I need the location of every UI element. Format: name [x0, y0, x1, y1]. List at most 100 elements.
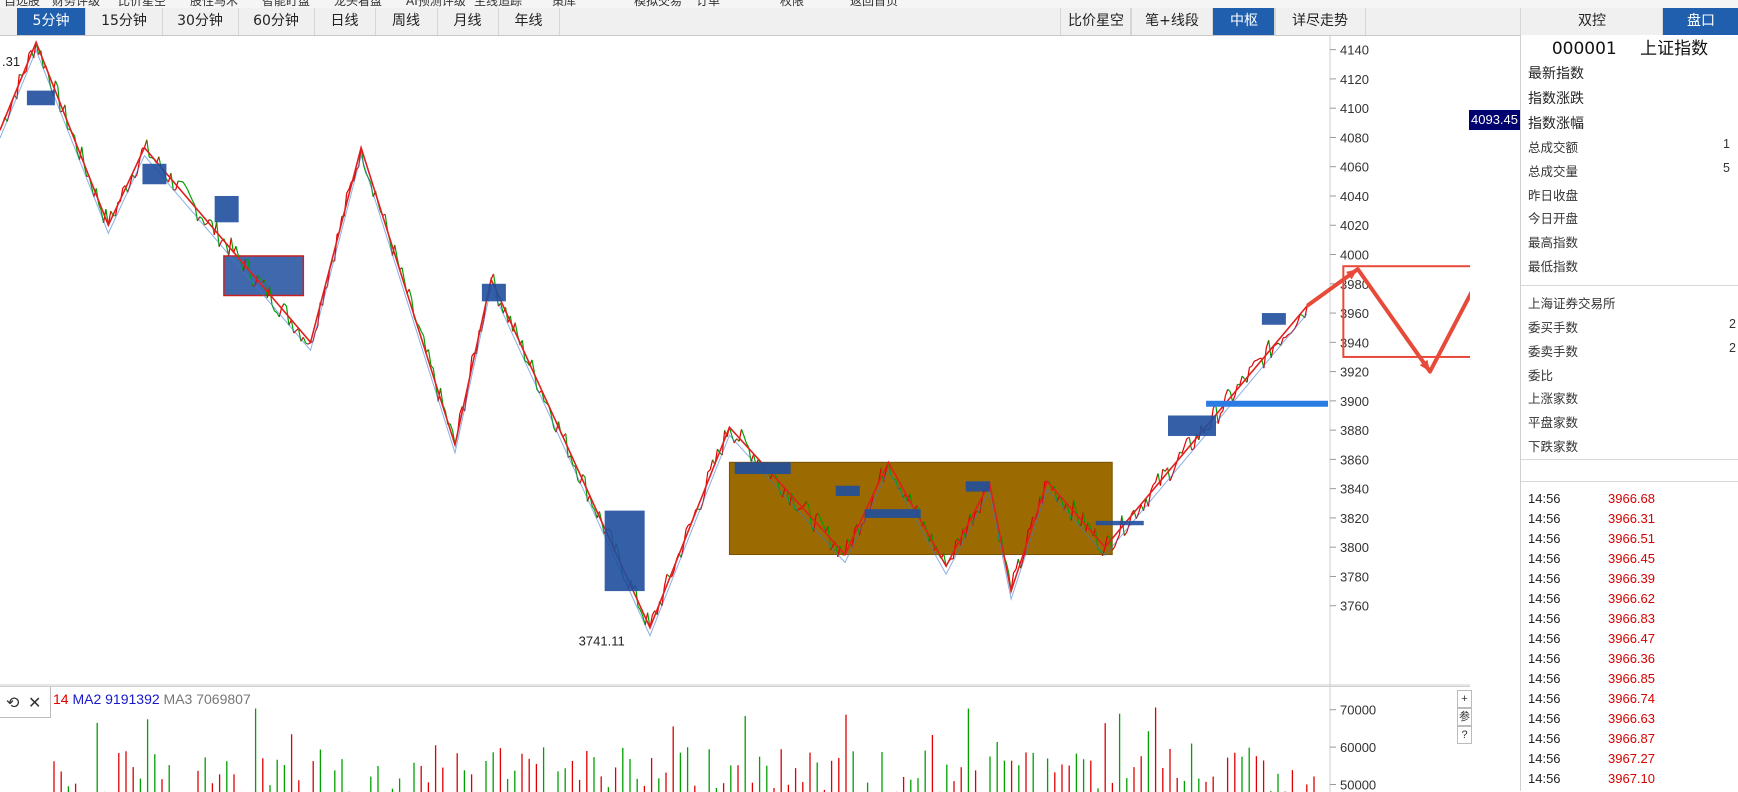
- price-segment: [1228, 389, 1230, 391]
- breadth-label: 委卖手数: [1528, 341, 1578, 360]
- y-tick-label: 3760: [1340, 599, 1369, 614]
- price-segment: [1225, 389, 1227, 396]
- tick-price: 3966.31: [1608, 511, 1655, 526]
- quote-info-label: 最高指数: [1528, 232, 1578, 251]
- quote-info-label: 昨日收盘: [1528, 185, 1578, 204]
- y-tick-label: 3820: [1340, 511, 1369, 526]
- price-segment: [686, 525, 688, 529]
- candlestick-chart[interactable]: 4140412041004080406040404020400039803960…: [0, 35, 1470, 686]
- top-menu-item[interactable]: 股性马术: [190, 0, 238, 8]
- breadth-label: 平盘家数: [1528, 412, 1578, 431]
- top-menu-item[interactable]: AI预测评级: [406, 0, 466, 8]
- price-segment: [1153, 482, 1155, 485]
- top-menu-item[interactable]: 主线追踪: [474, 0, 522, 8]
- price-segment: [185, 186, 187, 190]
- tab-timeframe[interactable]: 年线: [498, 8, 560, 35]
- tick-time: 14:56: [1528, 551, 1561, 566]
- tick-row: 14:563966.85: [1528, 671, 1561, 686]
- params-button[interactable]: 参: [1457, 708, 1472, 726]
- tab-tool[interactable]: 比价星空: [1060, 8, 1132, 35]
- breadth-value: 2: [1729, 317, 1736, 331]
- tab-timeframe[interactable]: 30分钟: [162, 8, 239, 35]
- price-segment: [741, 429, 743, 435]
- quote-main-label: 指数涨幅: [1528, 113, 1584, 133]
- tick-time: 14:56: [1528, 651, 1561, 666]
- price-segment: [147, 140, 149, 158]
- tab-timeframe[interactable]: 60分钟: [238, 8, 315, 35]
- tab-timeframe[interactable]: 5分钟: [17, 8, 86, 35]
- price-segment: [200, 217, 202, 219]
- price-segment: [209, 219, 211, 221]
- tick-row: 14:563966.83: [1528, 611, 1561, 626]
- zoom-in-button[interactable]: +: [1457, 690, 1472, 708]
- tick-price: 3966.68: [1608, 491, 1655, 506]
- volume-tick-label: 50000: [1340, 778, 1376, 792]
- price-segment: [1254, 360, 1256, 361]
- top-menu: 自选股 财务评级 比价星空 股性马术 智能盯盘 龙头看盘 AI预测评级主线追踪 策库 模拟交易 订…: [0, 0, 1738, 8]
- stock-code: 000001: [1552, 39, 1617, 59]
- tick-time: 14:56: [1528, 491, 1561, 506]
- tab-timeframe[interactable]: 月线: [437, 8, 499, 35]
- y-tick-label: 4040: [1340, 189, 1369, 204]
- top-menu-item[interactable]: 权限: [780, 0, 804, 8]
- price-segment: [1252, 361, 1254, 366]
- tab-timeframe[interactable]: 日线: [314, 8, 376, 35]
- tab-side[interactable]: 盘口: [1662, 8, 1738, 35]
- tick-row: 14:563966.87: [1528, 731, 1561, 746]
- zhongshu-box: [729, 462, 1112, 554]
- tab-side[interactable]: 双控: [1520, 8, 1663, 35]
- panel-title: 000001 上证指数: [1521, 35, 1738, 63]
- top-menu-item[interactable]: 财务评级: [52, 0, 100, 8]
- tab-tool[interactable]: 笔+线段: [1130, 8, 1214, 35]
- top-menu-item[interactable]: 智能盯盘: [262, 0, 310, 8]
- tick-row: 14:563966.39: [1528, 571, 1561, 586]
- top-menu-item[interactable]: 自选股: [4, 0, 40, 8]
- pivot-box: [215, 196, 239, 222]
- tick-price: 3966.39: [1608, 571, 1655, 586]
- tick-price: 3966.74: [1608, 691, 1655, 706]
- y-tick-label: 3800: [1340, 540, 1369, 555]
- price-segment: [1257, 359, 1259, 360]
- y-tick-label: 4020: [1340, 218, 1369, 233]
- pivot-box: [482, 284, 506, 302]
- tick-row: 14:563967.27: [1528, 751, 1561, 766]
- tick-time: 14:56: [1528, 631, 1561, 646]
- exchange-label: 上海证券交易所: [1528, 293, 1616, 312]
- tab-tool[interactable]: 详尽走势: [1274, 8, 1366, 35]
- help-button[interactable]: ?: [1457, 726, 1472, 744]
- tick-price: 3966.87: [1608, 731, 1655, 746]
- top-menu-item[interactable]: 龙头看盘: [334, 0, 382, 8]
- top-menu-item[interactable]: 模拟交易: [634, 0, 682, 8]
- price-segment: [652, 611, 654, 615]
- tick-time: 14:56: [1528, 691, 1561, 706]
- current-price-tag: 4093.45: [1469, 110, 1523, 130]
- tab-tool[interactable]: 中枢: [1212, 8, 1276, 35]
- tick-time: 14:56: [1528, 711, 1561, 726]
- top-menu-item[interactable]: 比价星空: [118, 0, 166, 8]
- tab-timeframe[interactable]: 15分钟: [86, 8, 163, 35]
- pivot-box: [1168, 415, 1216, 435]
- price-segment: [1242, 376, 1244, 379]
- quote-info-value: 5: [1723, 161, 1730, 175]
- tick-price: 3966.62: [1608, 591, 1655, 606]
- top-menu-item[interactable]: 策库: [552, 0, 576, 8]
- pivot-box: [142, 164, 166, 184]
- tab-timeframe[interactable]: 周线: [375, 8, 438, 35]
- tick-price: 3967.10: [1608, 771, 1655, 786]
- tick-time: 14:56: [1528, 731, 1561, 746]
- tick-time: 14:56: [1528, 611, 1561, 626]
- top-menu-item[interactable]: 返回首页: [850, 0, 898, 8]
- pivot-box: [735, 462, 791, 474]
- price-segment: [744, 436, 746, 443]
- top-menu-item[interactable]: 订单: [696, 0, 720, 8]
- tick-time: 14:56: [1528, 591, 1561, 606]
- tick-row: 14:563966.36: [1528, 651, 1561, 666]
- quote-main-label: 指数涨跌: [1528, 88, 1584, 108]
- quote-info-value: 1: [1723, 137, 1730, 151]
- stock-name: 上证指数: [1640, 39, 1708, 59]
- price-segment: [1184, 438, 1186, 445]
- price-segment: [205, 224, 207, 225]
- tick-row: 14:563966.31: [1528, 511, 1561, 526]
- zhongshu-box: [224, 256, 303, 296]
- breadth-label: 委比: [1528, 365, 1553, 384]
